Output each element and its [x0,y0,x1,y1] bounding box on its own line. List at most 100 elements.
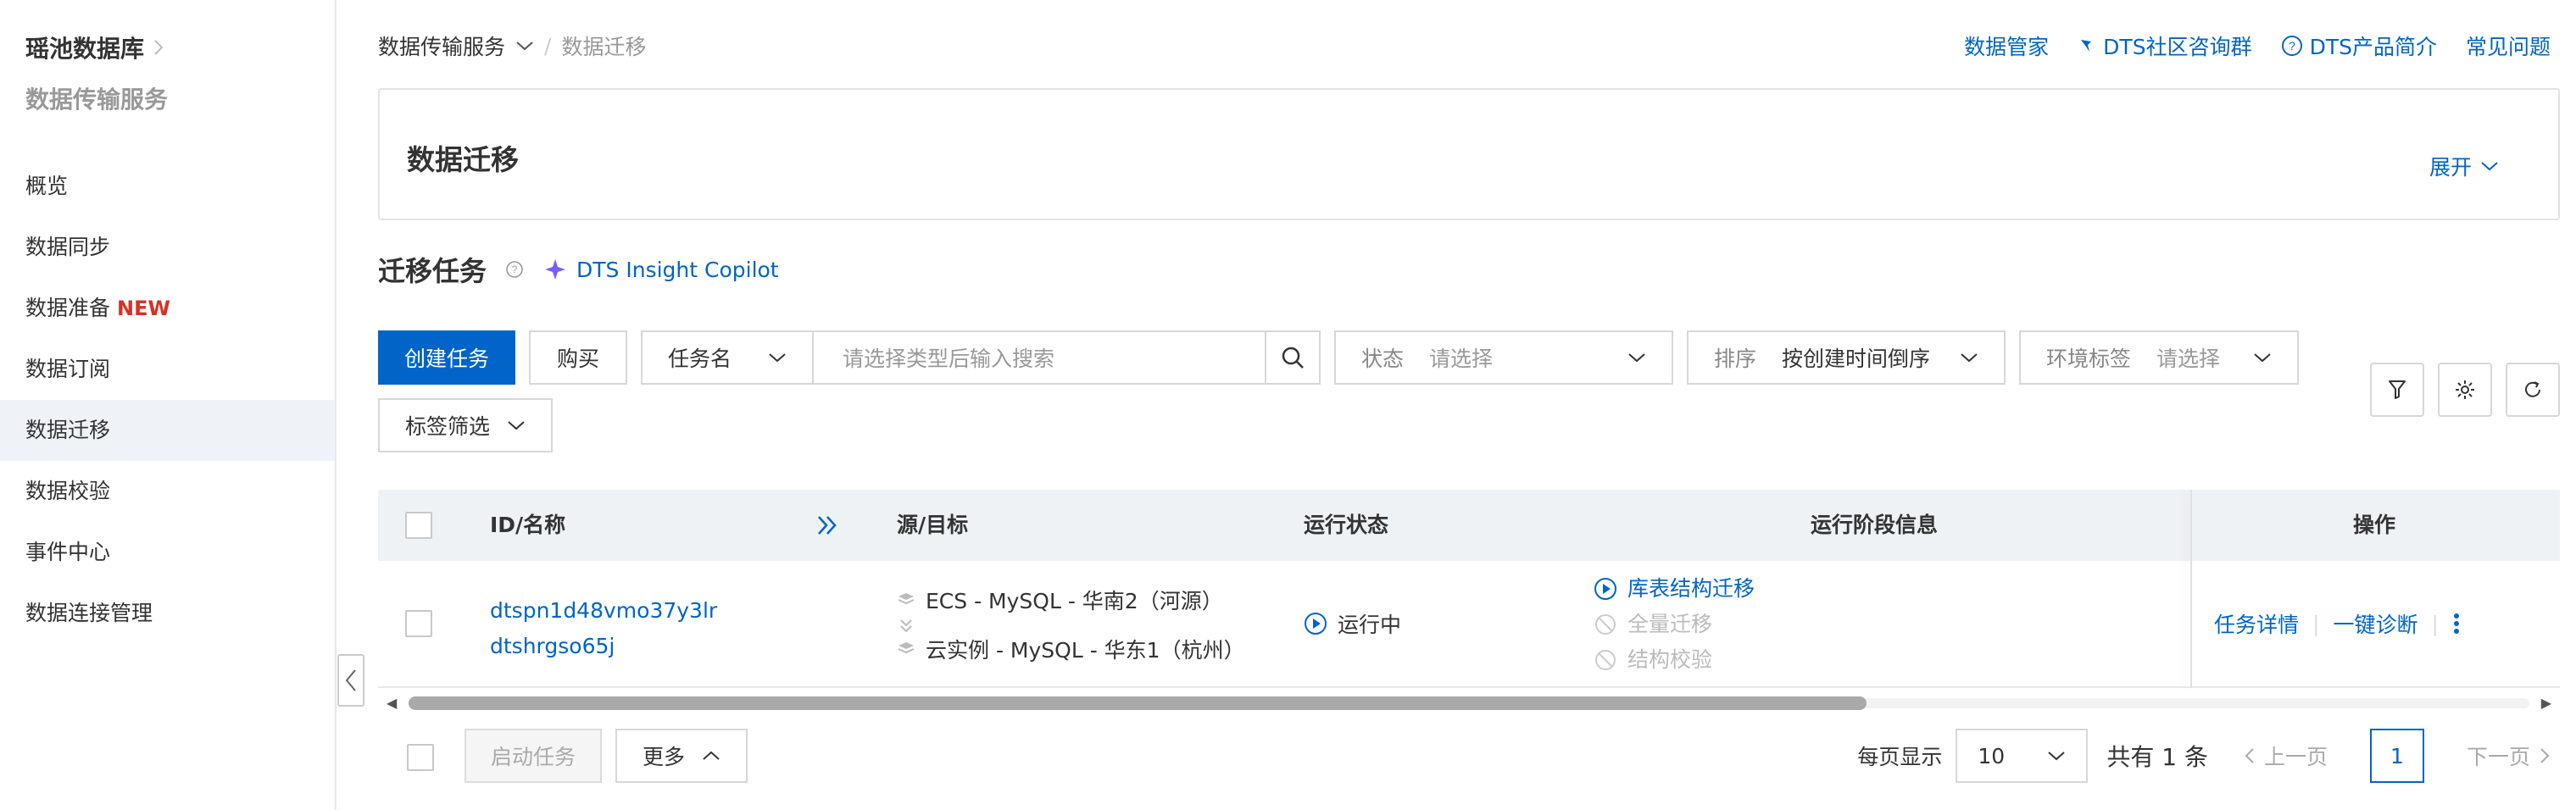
sidebar-service-title: 数据传输服务 [25,86,169,114]
chevron-left-icon [345,669,356,691]
sidebar-item-sync[interactable]: 数据同步 [0,217,335,278]
sidebar-item-verify[interactable]: 数据校验 [0,461,335,522]
phase-label: 全量迁移 [1627,612,1713,636]
buy-button[interactable]: 购买 [529,330,627,385]
scroll-right-icon[interactable]: ▶ [2541,695,2551,711]
faq-link[interactable]: 常见问题 [2466,31,2551,61]
sort-select[interactable]: 排序 按创建时间倒序 [1687,330,2006,385]
more-button[interactable]: 更多 [615,729,748,783]
page-size-label: 每页显示 [1857,745,1943,769]
phase-schema[interactable]: 库表结构迁移 [1594,571,1755,607]
col-phase: 运行阶段信息 [1811,513,1939,537]
col-actions: 操作 [2353,513,2396,537]
chevron-down-icon [508,421,525,430]
community-link-label: DTS社区咨询群 [2103,35,2252,59]
breadcrumb: 数据传输服务 / 数据迁移 [378,31,646,61]
sidebar-item-prep[interactable]: 数据准备 NEW [0,278,335,339]
scroll-left-icon[interactable]: ◀ [387,695,397,711]
search-type-select[interactable]: 任务名 [641,330,814,385]
refresh-button[interactable] [2506,363,2560,417]
prev-page-button[interactable]: 上一页 [2244,741,2328,771]
tag-filter-select[interactable]: 标签筛选 [378,398,553,452]
sidebar-item-migration[interactable]: 数据迁移 [0,400,335,461]
sparkle-icon [545,259,566,280]
horizontal-scrollbar[interactable]: ◀ ▶ [378,691,2560,713]
settings-button[interactable] [2438,363,2492,417]
sidebar-item-label: 数据订阅 [25,357,111,381]
more-vertical-icon[interactable] [2452,612,2461,635]
source-line: ECS - MySQL - 华南2（河源） [897,585,1245,615]
double-chevron-down-icon [900,619,912,633]
direction-arrow [897,615,1245,634]
total-count: 共有 1 条 [2106,743,2208,771]
phase-verify: 结构校验 [1594,642,1755,678]
sidebar-collapse-button[interactable] [337,654,364,707]
disabled-icon [1595,614,1616,635]
data-manager-link[interactable]: 数据管家 [1964,31,2049,61]
sidebar-item-events[interactable]: 事件中心 [0,522,335,583]
chevron-right-icon [154,40,164,55]
search-placeholder: 请选择类型后输入搜索 [843,347,1055,371]
community-link[interactable]: DTS社区咨询群 [2078,31,2252,61]
sidebar-item-label: 数据校验 [25,479,111,503]
footer-select-all-checkbox[interactable] [407,744,434,771]
task-detail-link[interactable]: 任务详情 [2214,608,2299,639]
task-id-link[interactable]: dtspn1d48vmo37y3lr [490,593,717,629]
database-stack-icon [898,593,915,605]
col-id: ID/名称 [490,513,566,537]
product-intro-link[interactable]: ? DTS产品简介 [2281,31,2437,61]
database-stack-icon [898,642,915,654]
create-task-button[interactable]: 创建任务 [378,330,515,385]
filter-button[interactable] [2370,363,2424,417]
expand-toggle[interactable]: 展开 [2429,151,2499,181]
action-divider: | [2312,611,2320,636]
search-button[interactable] [1265,332,1319,383]
sidebar-item-overview[interactable]: 概览 [0,156,335,217]
start-task-button[interactable]: 启动任务 [465,729,602,783]
sidebar-product-title[interactable]: 瑶池数据库 [25,31,164,64]
next-page-button[interactable]: 下一页 [2467,741,2551,771]
task-id-cell: dtspn1d48vmo37y3lr dtshrgso65j [490,593,717,664]
page-size-select[interactable]: 10 [1956,729,2089,783]
svg-text:?: ? [2289,39,2295,53]
status-text: 运行中 [1338,613,1402,637]
svg-text:?: ? [512,264,518,275]
chevron-down-icon[interactable] [515,40,534,52]
sidebar-item-label: 数据准备 [25,296,111,320]
sidebar: 瑶池数据库 数据传输服务 概览 数据同步 数据准备 NEW 数据订阅 数据迁移 数… [0,0,337,810]
task-name-link[interactable]: dtshrgso65j [490,629,717,664]
new-badge: NEW [117,297,170,320]
source-target-cell: ECS - MySQL - 华南2（河源） 云实例 - MySQL - 华东1（… [897,585,1245,664]
double-chevron-right-icon[interactable] [815,513,839,537]
phase-full: 全量迁移 [1594,607,1755,642]
sidebar-item-subscribe[interactable]: 数据订阅 [0,339,335,400]
phase-cell: 库表结构迁移 全量迁移 结构校验 [1594,571,1755,678]
chevron-down-icon [2048,752,2066,761]
search-icon [1282,347,1304,369]
diagnose-link[interactable]: 一键诊断 [2333,608,2417,639]
sort-value: 按创建时间倒序 [1782,347,1931,371]
copilot-label: DTS Insight Copilot [576,257,779,282]
search-input[interactable]: 请选择类型后输入搜索 [812,330,1321,385]
prev-page-label: 上一页 [2263,745,2328,769]
env-tag-select[interactable]: 环境标签 请选择 [2019,330,2299,385]
more-label: 更多 [642,745,685,769]
breadcrumb-parent[interactable]: 数据传输服务 [378,31,505,61]
scrollbar-thumb[interactable] [409,696,1867,710]
product-intro-label: DTS产品简介 [2309,35,2437,59]
pagination: 每页显示 10 共有 1 条 上一页 1 下一页 [1857,729,2551,783]
sidebar-nav: 概览 数据同步 数据准备 NEW 数据订阅 数据迁移 数据校验 事件中心 数据连接… [0,156,335,644]
help-circle-icon[interactable]: ? [505,260,524,279]
status-select[interactable]: 状态 请选择 [1334,330,1673,385]
play-circle-icon [1305,613,1327,635]
status-label: 状态 [1361,347,1405,371]
select-all-checkbox[interactable] [405,512,432,539]
sidebar-item-connections[interactable]: 数据连接管理 [0,583,335,644]
page-number-current[interactable]: 1 [2369,729,2424,783]
target-line: 云实例 - MySQL - 华东1（杭州） [897,634,1245,664]
chevron-left-icon [2245,748,2254,763]
table-header: ID/名称 源/目标 运行状态 运行阶段信息 操作 [378,490,2560,561]
row-checkbox[interactable] [405,610,432,637]
copilot-link[interactable]: DTS Insight Copilot [542,257,779,282]
pin-icon [2081,40,2092,52]
